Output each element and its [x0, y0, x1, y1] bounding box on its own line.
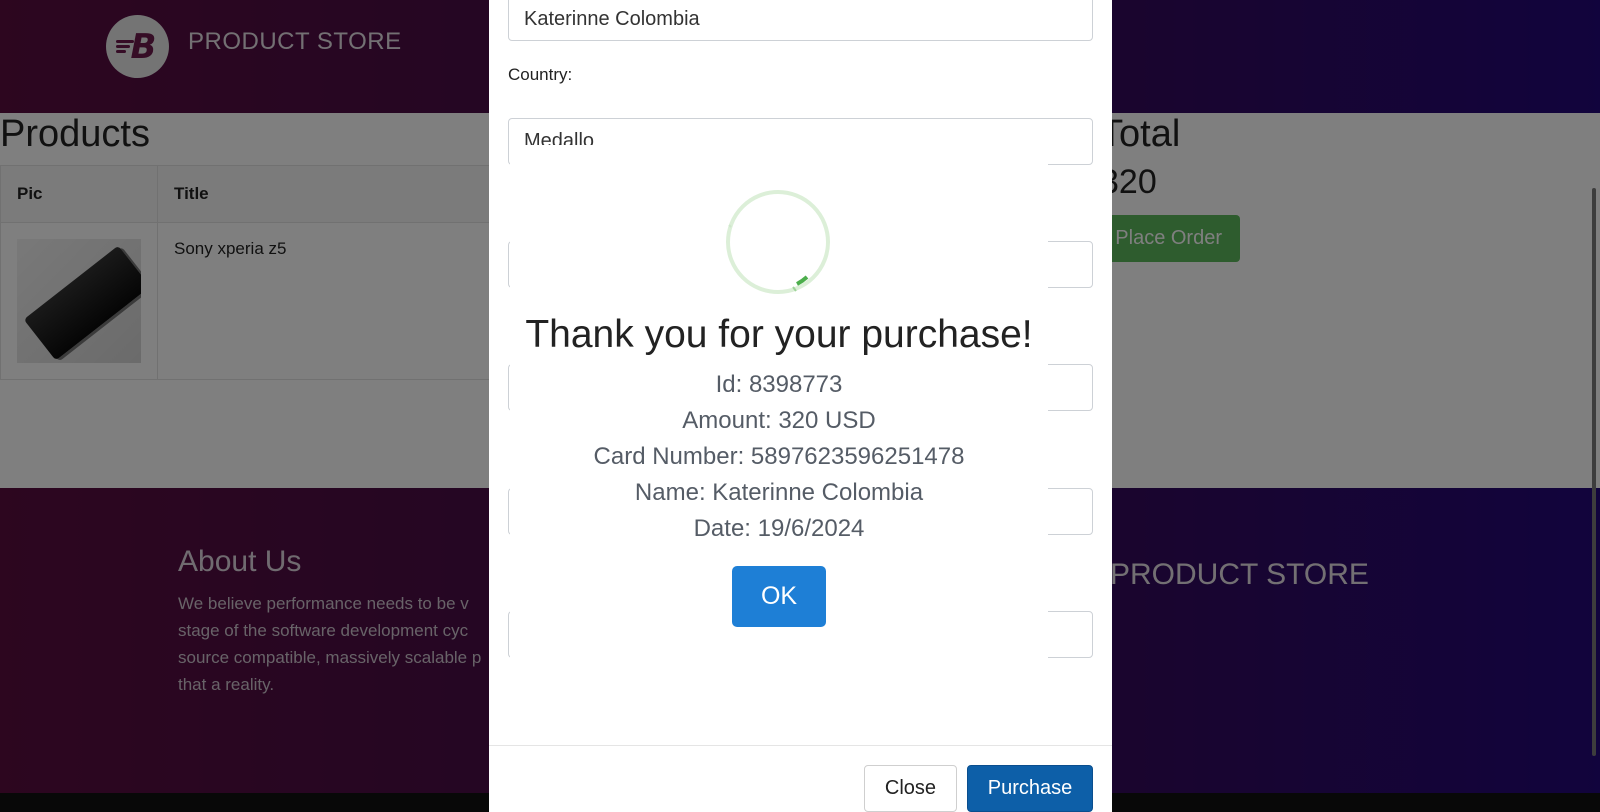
date-text: Date: 19/6/2024 [693, 515, 865, 542]
alert-title: Thank you for your purchase! [525, 313, 1033, 356]
modal-footer-divider [489, 745, 1112, 746]
success-check-icon [726, 190, 830, 294]
order-id-text: Id: 8398773 [715, 371, 843, 398]
name-field[interactable]: Katerinne Colombia [508, 0, 1093, 41]
amount-text: Amount: 320 USD [682, 407, 876, 434]
ok-button[interactable]: OK [732, 566, 826, 627]
purchase-button[interactable]: Purchase [967, 765, 1093, 812]
close-button[interactable]: Close [864, 765, 957, 812]
purchase-success-alert: Thank you for your purchase! Id: 8398773… [510, 145, 1048, 685]
card-number-text: Card Number: 5897623596251478 [593, 443, 965, 470]
customer-name-text: Name: Katerinne Colombia [634, 479, 924, 506]
country-label: Country: [508, 65, 573, 84]
